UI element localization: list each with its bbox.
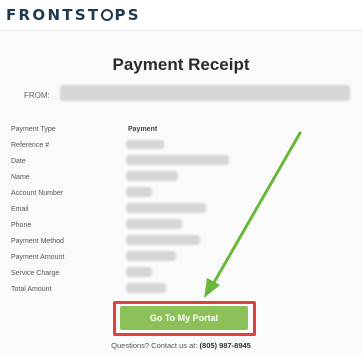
- row-label: Name: [11, 174, 30, 181]
- logo-o-icon: [101, 9, 114, 21]
- footer: Questions? Contact us at: (805) 987-8945: [0, 341, 362, 350]
- row-label: Service Charge: [11, 270, 60, 277]
- redacted-value: [126, 251, 176, 261]
- row-label: Total Amount: [11, 286, 52, 293]
- redacted-value: [126, 187, 152, 197]
- redacted-value: [126, 283, 166, 293]
- row-label: Payment Method: [11, 238, 64, 245]
- redacted-from-value: [60, 85, 350, 101]
- redacted-value: [126, 203, 206, 213]
- redacted-value: [126, 219, 182, 229]
- row-label: Phone: [11, 222, 32, 229]
- row-label: Email: [11, 206, 29, 213]
- from-label: FROM:: [24, 91, 50, 100]
- go-to-my-portal-button[interactable]: Go To My Portal: [120, 306, 248, 330]
- redacted-value: [126, 267, 152, 277]
- redacted-value: [126, 155, 229, 165]
- footer-phone-link[interactable]: (805) 987-8945: [200, 341, 251, 350]
- redacted-value: [126, 140, 164, 149]
- header: FRONTST PS: [0, 0, 362, 30]
- redacted-value: [126, 171, 178, 181]
- page-title: Payment Receipt: [112, 55, 250, 74]
- row-label: Reference #: [11, 142, 50, 149]
- row-label: Payment Type: [11, 126, 56, 133]
- frontsteps-logo[interactable]: FRONTST PS: [6, 6, 141, 24]
- footer-text: Questions? Contact us at:: [111, 341, 198, 350]
- row-label: Payment Amount: [11, 254, 65, 261]
- redacted-value: [126, 235, 200, 245]
- row-value: Payment: [128, 126, 158, 133]
- logo-text-end: PS: [114, 6, 141, 24]
- row-label: Date: [11, 158, 26, 165]
- logo-text-start: FRONTST: [6, 6, 101, 24]
- row-label: Account Number: [11, 190, 64, 197]
